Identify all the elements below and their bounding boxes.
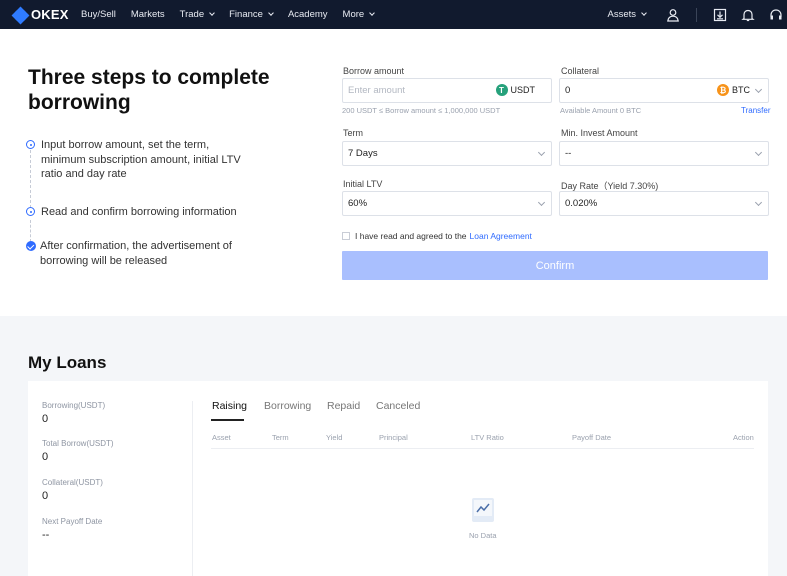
nav-item-label: Assets: [607, 9, 636, 20]
step-text: After confirmation, the advertisement of…: [40, 240, 232, 267]
nav-divider: [696, 7, 697, 22]
column-header-payoff-date: Payoff Date: [572, 433, 612, 442]
currency-btc[interactable]: ₿ BTC: [717, 84, 750, 96]
chevron-down-icon: [641, 10, 647, 16]
column-header-yield: Yield: [326, 433, 343, 442]
download-icon[interactable]: [713, 8, 727, 22]
borrow-amount-label: Borrow amount: [343, 66, 405, 76]
check-circle-icon: [26, 241, 36, 251]
day-rate-value: 0.020%: [565, 198, 598, 209]
available-amount: Available Amount 0 BTC: [560, 106, 642, 115]
nav-item-label: Trade: [179, 9, 205, 20]
tab-raising[interactable]: Raising: [212, 400, 247, 412]
agreement-row: I have read and agreed to the Loan Agree…: [342, 231, 532, 241]
nav-item-academy[interactable]: Academy: [288, 9, 328, 20]
step-text: Input borrow amount, set the term, minim…: [41, 139, 241, 180]
nav-right: Assets: [592, 0, 787, 29]
step-3: After confirmation, the advertisement of…: [26, 239, 256, 268]
nav-item-assets[interactable]: Assets: [607, 9, 647, 20]
collateral-label: Collateral: [561, 66, 600, 76]
column-header-asset: Asset: [212, 433, 231, 442]
stat-label-borrowing: Borrowing(USDT): [42, 401, 106, 410]
nav-item-label: Finance: [229, 9, 263, 20]
currency-label: USDT: [510, 85, 536, 95]
min-invest-select[interactable]: --: [559, 141, 769, 166]
chevron-down-icon: [537, 198, 546, 207]
confirm-button[interactable]: Confirm: [342, 251, 768, 280]
min-invest-value: --: [565, 148, 572, 159]
okex-logo[interactable]: OKEX: [11, 6, 75, 24]
tab-canceled[interactable]: Canceled: [376, 400, 420, 412]
collateral-value: 0: [565, 85, 571, 96]
column-header-ltv-ratio: LTV Ratio: [471, 433, 504, 442]
term-value: 7 Days: [348, 148, 378, 159]
user-icon[interactable]: [666, 8, 680, 22]
term-label: Term: [343, 128, 363, 138]
usdt-icon: T: [495, 84, 508, 96]
step-dot-icon: [26, 140, 35, 149]
column-header-term: Term: [272, 433, 289, 442]
top-nav: OKEX Buy/Sell Markets Trade Finance Acad…: [0, 0, 787, 29]
headset-icon[interactable]: [769, 8, 783, 22]
step-1: Input borrow amount, set the term, minim…: [26, 138, 256, 182]
nav-item-label: More: [342, 9, 365, 20]
initial-ltv-label: Initial LTV: [343, 179, 383, 189]
initial-ltv-value: 60%: [348, 198, 368, 209]
table-header-divider: [211, 448, 754, 449]
initial-ltv-select[interactable]: 60%: [342, 191, 552, 216]
stat-value-borrowing: 0: [42, 413, 49, 425]
chevron-down-icon: [537, 148, 546, 157]
tab-repaid[interactable]: Repaid: [327, 400, 360, 412]
nav-item-label: Buy/Sell: [81, 9, 116, 20]
chevron-down-icon: [369, 10, 376, 16]
nav-item-buy-sell[interactable]: Buy/Sell: [81, 9, 116, 20]
step-dot-icon: [26, 207, 35, 216]
nav-item-label: Markets: [130, 9, 165, 20]
stat-value-collateral: 0: [42, 490, 49, 502]
currency-label: BTC: [732, 85, 750, 95]
loan-agreement-link[interactable]: Loan Agreement: [470, 231, 532, 241]
borrow-amount-placeholder: Enter amount: [348, 85, 406, 96]
page-title: Three steps to complete borrowing: [28, 66, 270, 114]
nav-item-more[interactable]: More: [342, 9, 376, 20]
stat-value-total-borrow: 0: [42, 451, 49, 463]
chevron-down-icon: [754, 148, 763, 157]
my-loans-title: My Loans: [28, 353, 107, 372]
min-invest-label: Min. Invest Amount: [561, 128, 638, 138]
nav-item-finance[interactable]: Finance: [229, 9, 274, 20]
brand-name: OKEX: [31, 7, 69, 22]
btc-icon: ₿: [717, 84, 729, 96]
empty-state-text: No Data: [469, 531, 497, 540]
active-tab-indicator: [211, 419, 244, 421]
chevron-down-icon: [209, 10, 215, 16]
okex-logo-icon: [11, 6, 30, 24]
panel-divider: [192, 401, 193, 576]
tab-borrowing[interactable]: Borrowing: [264, 400, 311, 412]
chevron-down-icon: [754, 85, 763, 94]
day-rate-select[interactable]: 0.020%: [559, 191, 769, 216]
stat-label-next-payoff: Next Payoff Date: [42, 517, 103, 526]
step-2: Read and confirm borrowing information: [26, 205, 266, 220]
column-header-principal: Principal: [379, 433, 408, 442]
stat-label-total-borrow: Total Borrow(USDT): [42, 439, 114, 448]
borrow-amount-input[interactable]: Enter amount T USDT: [342, 78, 552, 103]
empty-chart-icon: [471, 497, 495, 523]
chevron-down-icon: [268, 10, 274, 16]
stat-label-collateral: Collateral(USDT): [42, 478, 103, 487]
step-text: Read and confirm borrowing information: [41, 206, 237, 218]
nav-item-markets[interactable]: Markets: [131, 9, 165, 20]
currency-usdt: T USDT: [495, 84, 536, 96]
agreement-text: I have read and agreed to the: [355, 231, 467, 241]
column-header-action: Action: [733, 433, 754, 442]
chevron-down-icon: [754, 198, 763, 207]
agreement-checkbox[interactable]: [342, 232, 350, 240]
borrow-amount-hint: 200 USDT ≤ Borrow amount ≤ 1,000,000 USD…: [342, 106, 501, 115]
collateral-input[interactable]: 0 ₿ BTC: [559, 78, 769, 103]
stat-value-next-payoff: --: [42, 529, 50, 541]
nav-item-trade[interactable]: Trade: [179, 9, 215, 20]
transfer-link[interactable]: Transfer: [741, 106, 771, 115]
term-select[interactable]: 7 Days: [342, 141, 552, 166]
nav-item-label: Academy: [287, 9, 328, 20]
bell-icon[interactable]: [741, 8, 755, 22]
